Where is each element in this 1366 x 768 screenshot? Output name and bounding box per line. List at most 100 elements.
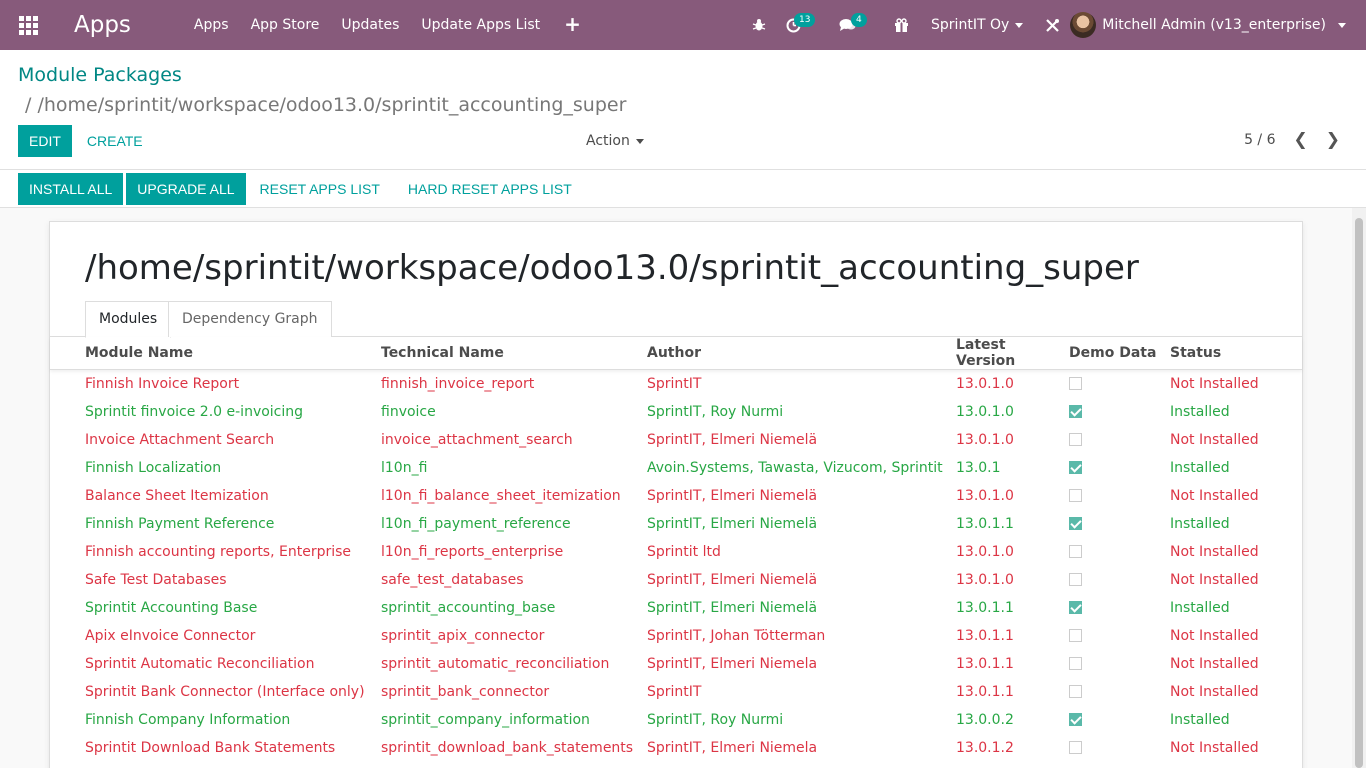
action-dropdown[interactable]: Action <box>586 133 644 149</box>
tab-modules[interactable]: Modules <box>85 301 172 338</box>
breadcrumb-module-packages[interactable]: Module Packages <box>18 64 182 86</box>
pager-value[interactable]: 5 / 6 <box>1244 132 1275 148</box>
technical-name-cell: sprintit_automatic_reconciliation <box>381 655 610 672</box>
chevron-down-icon <box>1338 22 1346 28</box>
status-cell: Not Installed <box>1170 431 1259 448</box>
status-cell: Installed <box>1170 403 1230 420</box>
column-demo-data[interactable]: Demo Data <box>1069 337 1170 370</box>
table-row[interactable]: Sprintit Automatic Reconciliation sprinti… <box>50 650 1302 678</box>
demo-data-cell <box>1069 398 1170 426</box>
author-cell: SprintIT, Elmeri Niemelä <box>647 431 818 448</box>
chevron-down-icon <box>635 138 644 144</box>
column-latest-version[interactable]: Latest Version <box>956 337 1069 370</box>
technical-name-cell: finnish_invoice_report <box>381 375 535 392</box>
author-cell: Avoin.Systems, Tawasta, Vizucom, Sprinti… <box>647 459 943 476</box>
menu-apps[interactable]: Apps <box>183 0 240 50</box>
control-panel: Module Packages / /home/sprintit/workspa… <box>0 50 1366 170</box>
chevron-left-icon[interactable]: ❮ <box>1294 130 1308 150</box>
reset-apps-list-button[interactable]: Reset Apps List <box>249 173 391 205</box>
upgrade-all-button[interactable]: Upgrade All <box>126 172 246 205</box>
debug-button[interactable] <box>742 0 776 50</box>
table-row[interactable]: Finnish Localization l10n_fi Avoin.Systems… <box>50 454 1302 482</box>
table-row[interactable]: Safe Test Databases safe_test_databases Sp… <box>50 566 1302 594</box>
module-name-cell: Finnish Payment Reference <box>85 515 275 532</box>
demo-data-cell <box>1069 370 1170 398</box>
table-row[interactable]: Sprintit Bank Connector (Interface only)… <box>50 678 1302 706</box>
module-name-cell: Sprintit Bank Connector (Interface only) <box>85 683 365 700</box>
table-row[interactable]: Finnish accounting reports, Enterprise l1… <box>50 538 1302 566</box>
table-row[interactable]: Finnish Company Information sprintit_comp… <box>50 706 1302 734</box>
pager: 5 / 6 ❮ ❯ <box>1244 130 1340 150</box>
status-cell: Not Installed <box>1170 571 1259 588</box>
demo-data-cell <box>1069 426 1170 454</box>
author-cell: SprintIT, Elmeri Niemela <box>647 739 818 756</box>
status-cell: Not Installed <box>1170 487 1259 504</box>
breadcrumb-current-label: /home/sprintit/workspace/odoo13.0/sprint… <box>37 94 627 116</box>
notebook-tabs: Modules Dependency Graph <box>50 301 1302 338</box>
technical-name-cell: invoice_attachment_search <box>381 431 573 448</box>
status-cell: Not Installed <box>1170 627 1259 644</box>
hard-reset-apps-list-button[interactable]: Hard Reset Apps List <box>397 173 583 205</box>
author-cell: SprintIT, Elmeri Niemela <box>647 655 818 672</box>
technical-name-cell: l10n_fi_payment_reference <box>381 515 571 532</box>
table-header-row: Module Name Technical Name Author Latest… <box>50 337 1302 370</box>
table-row[interactable]: Apix eInvoice Connector sprintit_apix_con… <box>50 622 1302 650</box>
version-cell: 13.0.1.1 <box>956 627 1014 644</box>
app-switcher-button[interactable] <box>0 0 56 50</box>
user-menu[interactable]: Mitchell Admin (v13_enterprise) <box>1070 12 1366 38</box>
demo-data-checkbox <box>1069 433 1082 446</box>
module-name-cell: Balance Sheet Itemization <box>85 487 269 504</box>
column-module-name[interactable]: Module Name <box>50 337 381 370</box>
menu-app-store[interactable]: App Store <box>240 0 331 50</box>
messages-button[interactable]: 4 <box>829 0 884 50</box>
version-cell: 13.0.1.2 <box>956 739 1014 756</box>
technical-name-cell: sprintit_company_information <box>381 711 590 728</box>
demo-data-checkbox <box>1069 489 1082 502</box>
technical-name-cell: l10n_fi <box>381 459 428 476</box>
demo-data-checkbox <box>1069 713 1082 726</box>
breadcrumb-separator: / <box>25 94 32 116</box>
scrollbar-thumb[interactable] <box>1355 218 1363 768</box>
chevron-right-icon[interactable]: ❯ <box>1326 130 1340 150</box>
table-row[interactable]: Sprintit Accounting Base sprintit_account… <box>50 594 1302 622</box>
author-cell: SprintIT, Elmeri Niemelä <box>647 571 818 588</box>
activities-button[interactable]: 13 <box>776 0 829 50</box>
table-row[interactable]: Invoice Attachment Search invoice_attachm… <box>50 426 1302 454</box>
menu-updates[interactable]: Updates <box>330 0 410 50</box>
column-author[interactable]: Author <box>647 337 956 370</box>
column-status[interactable]: Status <box>1170 337 1302 370</box>
table-row[interactable]: Sprintit finvoice 2.0 e-invoicing finvoic… <box>50 398 1302 426</box>
user-name: Mitchell Admin (v13_enterprise) <box>1102 17 1326 33</box>
version-cell: 13.0.1.1 <box>956 655 1014 672</box>
modules-table: Module Name Technical Name Author Latest… <box>50 337 1302 762</box>
bug-icon <box>752 19 766 31</box>
demo-data-checkbox <box>1069 573 1082 586</box>
technical-name-cell: sprintit_apix_connector <box>381 627 545 644</box>
edit-button[interactable]: Edit <box>18 125 72 157</box>
add-menu-button[interactable]: + <box>551 0 594 50</box>
demo-data-checkbox <box>1069 545 1082 558</box>
tools-button[interactable] <box>1035 0 1070 50</box>
column-technical-name[interactable]: Technical Name <box>381 337 647 370</box>
version-cell: 13.0.0.2 <box>956 711 1014 728</box>
table-row[interactable]: Finnish Payment Reference l10n_fi_payment… <box>50 510 1302 538</box>
gift-button[interactable] <box>884 0 919 50</box>
install-all-button[interactable]: Install All <box>18 172 124 205</box>
menu-update-apps-list[interactable]: Update Apps List <box>410 0 551 50</box>
table-row[interactable]: Finnish Invoice Report finnish_invoice_re… <box>50 370 1302 398</box>
tab-dependency-graph[interactable]: Dependency Graph <box>168 301 332 337</box>
company-switcher[interactable]: SprintIT Oy <box>919 17 1035 33</box>
table-row[interactable]: Sprintit Download Bank Statements sprinti… <box>50 734 1302 762</box>
technical-name-cell: l10n_fi_balance_sheet_itemization <box>381 487 621 504</box>
create-button[interactable]: Create <box>76 125 154 157</box>
author-cell: SprintIT <box>647 683 702 700</box>
status-cell: Installed <box>1170 599 1230 616</box>
table-row[interactable]: Balance Sheet Itemization l10n_fi_balance… <box>50 482 1302 510</box>
scrollbar[interactable] <box>1352 208 1366 768</box>
demo-data-cell <box>1069 538 1170 566</box>
module-name-cell: Sprintit Automatic Reconciliation <box>85 655 315 672</box>
app-name: Apps <box>74 12 131 38</box>
form-statusbar: Install All Upgrade All Reset Apps List … <box>0 170 1366 208</box>
module-name-cell: Apix eInvoice Connector <box>85 627 256 644</box>
module-name-cell: Finnish Invoice Report <box>85 375 240 392</box>
